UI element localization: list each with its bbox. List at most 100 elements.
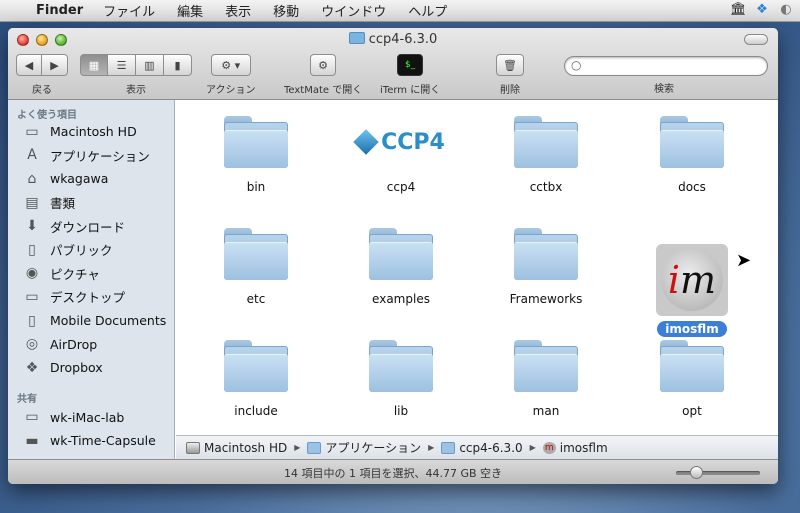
column-view-button[interactable]: ▥ bbox=[136, 54, 164, 76]
item-opt[interactable]: opt bbox=[632, 340, 752, 418]
item-bin[interactable]: bin bbox=[196, 116, 316, 194]
menu-go[interactable]: 移動 bbox=[273, 1, 299, 20]
public-folder-icon: ▯ bbox=[28, 241, 36, 258]
item-name-selected: imosflm bbox=[657, 321, 727, 337]
item-examples[interactable]: examples bbox=[341, 228, 461, 306]
finder-window: ccp4-6.3.0 ◀ ▶ 戻る ▦ ☰ ▥ ▮ 表示 ⚙ ▾ アクション ⚙… bbox=[8, 28, 778, 484]
menu-help[interactable]: ヘルプ bbox=[408, 1, 447, 20]
coverflow-view-button[interactable]: ▮ bbox=[164, 54, 192, 76]
sidebar-item-macintosh-hd[interactable]: ▭ Macintosh HD bbox=[8, 120, 174, 144]
item-docs[interactable]: docs bbox=[632, 116, 752, 194]
search-label: 検索 bbox=[654, 84, 674, 95]
folder-icon bbox=[514, 340, 578, 392]
sidebar-item-label: アプリケーション bbox=[50, 148, 150, 164]
sidebar-item-mobile-documents[interactable]: ▯ Mobile Documents bbox=[8, 309, 174, 333]
path-arrow-icon: ▶ bbox=[529, 443, 536, 452]
item-name: lib bbox=[393, 404, 409, 418]
action-gear-button[interactable]: ⚙ ▾ bbox=[210, 54, 251, 76]
sidebar-item-desktop[interactable]: ▭ デスクトップ bbox=[8, 285, 174, 309]
sidebar-item-downloads[interactable]: ⬇ ダウンロード bbox=[8, 214, 174, 238]
folder-icon: ▯ bbox=[28, 312, 36, 329]
applications-icon: A bbox=[27, 147, 37, 164]
list-view-button[interactable]: ☰ bbox=[108, 54, 136, 76]
status-text: 14 項目中の 1 項目を選択、44.77 GB 空き bbox=[283, 467, 503, 480]
ccp4-logo-text: CCP4 bbox=[381, 129, 445, 155]
item-etc[interactable]: etc bbox=[196, 228, 316, 306]
folder-icon bbox=[660, 340, 724, 392]
toolbar-toggle-button[interactable] bbox=[744, 34, 768, 45]
action-label: アクション bbox=[206, 85, 256, 96]
iterm-group: $_ iTerm に開く bbox=[380, 54, 440, 96]
sidebar-item-public[interactable]: ▯ パブリック bbox=[8, 238, 174, 262]
item-cctbx[interactable]: cctbx bbox=[486, 116, 606, 194]
textmate-group: ⚙ TextMate で開く bbox=[284, 54, 362, 96]
sidebar-item-pictures[interactable]: ◉ ピクチャ bbox=[8, 262, 174, 286]
path-segment-ccp4[interactable]: ccp4-6.3.0 bbox=[441, 440, 523, 455]
trash-icon[interactable]: 🗑 bbox=[496, 54, 524, 76]
delete-label: 削除 bbox=[500, 85, 520, 96]
sidebar-item-time-capsule[interactable]: ▬ wk-Time-Capsule bbox=[8, 429, 174, 453]
iterm-icon[interactable]: $_ bbox=[397, 54, 424, 76]
item-name: docs bbox=[678, 180, 706, 194]
slider-knob[interactable] bbox=[690, 466, 703, 479]
path-segment-macintosh-hd[interactable]: Macintosh HD bbox=[186, 441, 287, 455]
sidebar-item-label: wk-Time-Capsule bbox=[50, 433, 156, 449]
item-include[interactable]: include bbox=[196, 340, 316, 418]
menu-window[interactable]: ウインドウ bbox=[321, 1, 386, 20]
menu-view[interactable]: 表示 bbox=[225, 1, 251, 20]
back-button[interactable]: ◀ bbox=[16, 54, 42, 76]
icon-size-slider[interactable] bbox=[676, 466, 760, 479]
sidebar-item-label: パブリック bbox=[50, 243, 113, 259]
path-label: imosflm bbox=[559, 440, 608, 455]
window-title: ccp4-6.3.0 bbox=[8, 32, 778, 47]
path-segment-applications[interactable]: アプリケーション bbox=[307, 439, 421, 456]
sidebar-item-documents[interactable]: ▤ 書類 bbox=[8, 191, 174, 215]
selection-highlight: im bbox=[656, 244, 728, 316]
ccp4-logo-icon: CCP4 bbox=[341, 116, 461, 168]
sidebar-item-applications[interactable]: A アプリケーション bbox=[8, 144, 174, 168]
museum-icon[interactable]: 🏛 bbox=[730, 2, 747, 18]
item-frameworks[interactable]: Frameworks bbox=[486, 228, 606, 306]
back-forward-group: ◀ ▶ 戻る bbox=[16, 54, 68, 96]
sidebar-item-airdrop[interactable]: ◎ AirDrop bbox=[8, 332, 174, 356]
path-label: アプリケーション bbox=[325, 441, 422, 455]
sidebar-item-dropbox[interactable]: ❖ Dropbox bbox=[8, 356, 174, 380]
sidebar-item-label: Dropbox bbox=[50, 360, 103, 376]
textmate-label: TextMate で開く bbox=[284, 85, 363, 96]
path-segment-imosflm[interactable]: m imosflm bbox=[542, 440, 608, 455]
item-lib[interactable]: lib bbox=[341, 340, 461, 418]
mouse-cursor-icon: ➤ bbox=[736, 250, 752, 271]
folder-icon bbox=[348, 32, 365, 44]
item-ccp4[interactable]: CCP4 ccp4 bbox=[341, 116, 461, 194]
folder-icon bbox=[224, 340, 288, 392]
view-group: ▦ ☰ ▥ ▮ 表示 bbox=[80, 54, 192, 96]
search-field[interactable]: ○ bbox=[564, 56, 768, 76]
item-man[interactable]: man bbox=[486, 340, 606, 418]
item-imosflm[interactable]: im imosflm bbox=[632, 244, 752, 337]
textmate-button[interactable]: ⚙ bbox=[310, 54, 337, 76]
sidebar-item-label: Macintosh HD bbox=[50, 124, 137, 140]
icon-grid: bin CCP4 ccp4 cctbx docs etc examples Fr… bbox=[176, 100, 778, 435]
folder-icon bbox=[224, 116, 288, 168]
time-capsule-icon: ▬ bbox=[25, 432, 39, 449]
icon-view-button[interactable]: ▦ bbox=[80, 54, 108, 76]
action-group: ⚙ ▾ アクション bbox=[206, 54, 256, 96]
sidebar-item-home[interactable]: ⌂ wkagawa bbox=[8, 167, 174, 191]
sidebar-item-imac-lab[interactable]: ▭ wk-iMac-lab bbox=[8, 406, 174, 430]
folder-icon bbox=[514, 228, 578, 280]
menu-file[interactable]: ファイル bbox=[103, 1, 155, 20]
camera-icon: ◉ bbox=[25, 265, 39, 282]
view-label: 表示 bbox=[126, 85, 146, 96]
dropbox-menu-icon[interactable]: ❖ bbox=[754, 2, 770, 18]
sidebar-item-label: ダウンロード bbox=[50, 219, 126, 235]
menu-app-finder[interactable]: Finder bbox=[36, 3, 83, 18]
item-name: etc bbox=[246, 292, 266, 306]
imac-icon: ▭ bbox=[25, 409, 39, 426]
iterm-label: iTerm に開く bbox=[380, 85, 441, 96]
forward-button[interactable]: ▶ bbox=[42, 54, 68, 76]
menu-edit[interactable]: 編集 bbox=[177, 1, 203, 20]
menu-extra-icon[interactable]: ◐ bbox=[778, 2, 794, 18]
sidebar-item-label: デスクトップ bbox=[50, 290, 126, 306]
path-label: Macintosh HD bbox=[204, 440, 288, 455]
path-label: ccp4-6.3.0 bbox=[459, 440, 523, 455]
